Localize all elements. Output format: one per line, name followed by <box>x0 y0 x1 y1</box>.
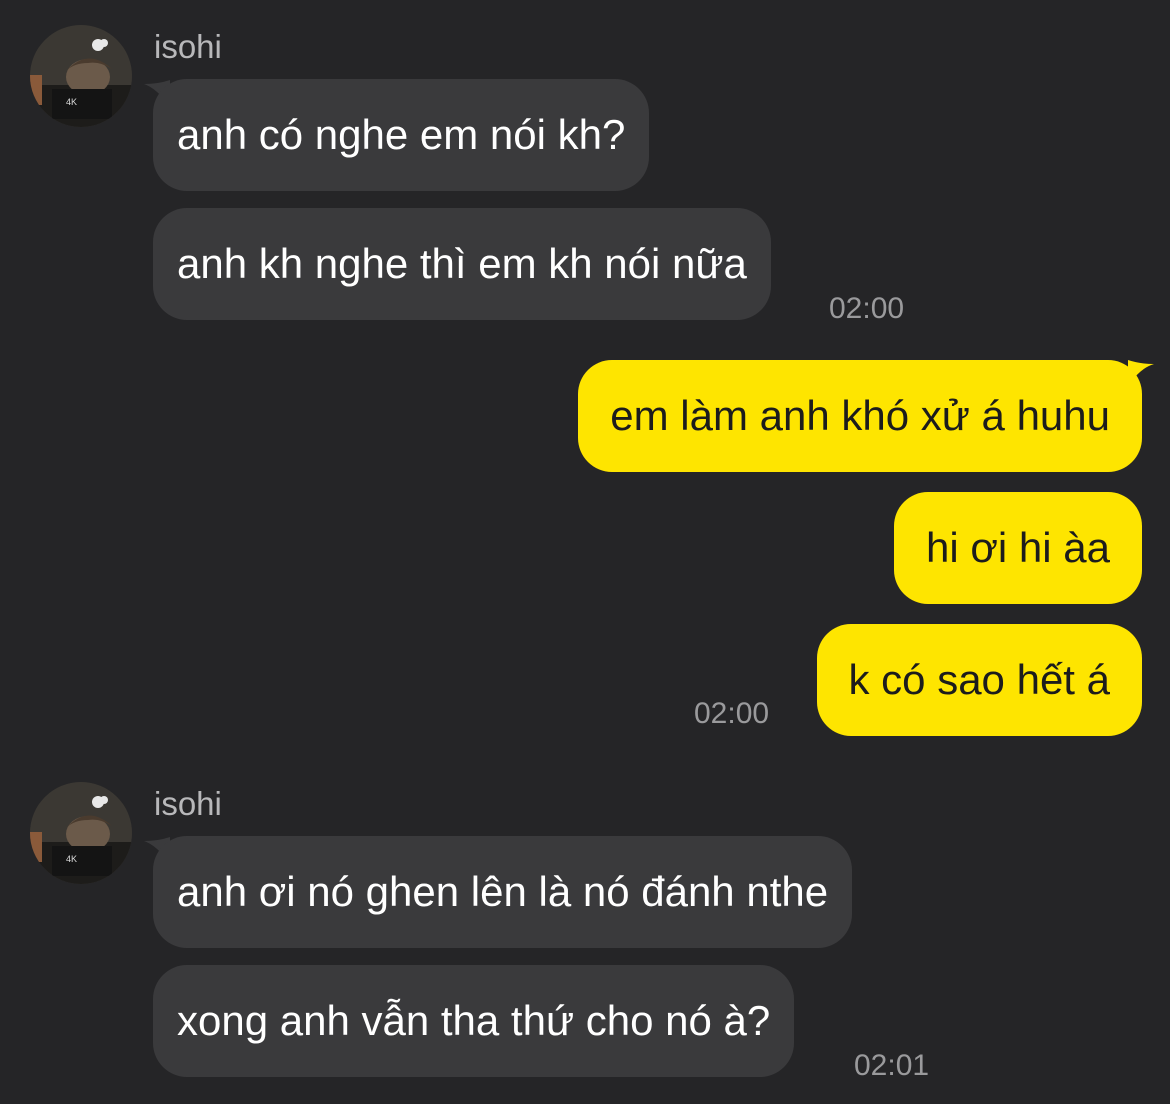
message-bubble-outgoing[interactable]: k có sao hết á <box>816 624 1142 736</box>
message-bubble-incoming[interactable]: anh kh nghe thì em kh nói nữa <box>153 208 771 320</box>
avatar-photo-icon: 4K <box>30 25 132 127</box>
sender-name: isohi <box>154 785 222 822</box>
message-bubble-outgoing[interactable]: em làm anh khó xử á huhu <box>578 360 1142 472</box>
message-bubble-outgoing[interactable]: hi ơi hi àa <box>894 492 1142 604</box>
avatar[interactable]: 4K <box>30 782 132 884</box>
message-timestamp: 02:00 <box>829 292 905 325</box>
message-timestamp: 02:00 <box>694 697 770 730</box>
svg-text:4K: 4K <box>66 854 77 864</box>
svg-text:4K: 4K <box>66 97 77 107</box>
message-bubble-incoming[interactable]: anh có nghe em nói kh? <box>153 79 650 191</box>
sender-name: isohi <box>154 28 222 65</box>
avatar[interactable]: 4K <box>30 25 132 127</box>
message-timestamp: 02:01 <box>854 1049 930 1082</box>
chat-thread: 4K isohi anh có nghe em nói kh? anh kh n… <box>0 0 1170 1104</box>
message-bubble-incoming[interactable]: anh ơi nó ghen lên là nó đánh nthe <box>153 836 853 948</box>
message-bubble-incoming[interactable]: xong anh vẫn tha thứ cho nó à? <box>153 965 795 1077</box>
avatar-photo-icon: 4K <box>30 782 132 884</box>
